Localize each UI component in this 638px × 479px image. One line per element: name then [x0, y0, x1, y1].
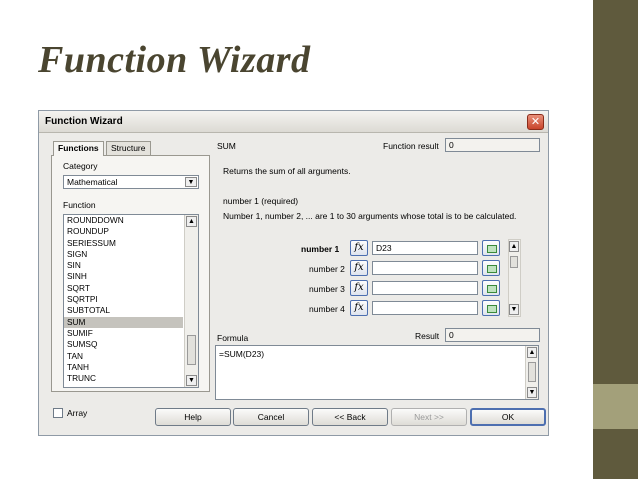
function-list[interactable]: ROUNDDOWN ROUNDUP SERIESSUM SIGN SIN SINH SQRT…: [63, 214, 199, 388]
arg-input-1[interactable]: D23: [372, 241, 478, 255]
function-list-item[interactable]: TANH: [64, 362, 183, 373]
scroll-down-icon[interactable]: ▼: [527, 387, 537, 398]
function-label: Function: [63, 200, 96, 210]
function-list-item[interactable]: SUMIF: [64, 328, 183, 339]
scroll-up-icon[interactable]: ▲: [509, 241, 519, 252]
result-label: Result: [415, 331, 440, 341]
function-list-item[interactable]: ROUNDUP: [64, 226, 183, 237]
function-list-item[interactable]: SUM: [64, 316, 183, 328]
back-button[interactable]: << Back: [312, 408, 388, 426]
array-label: Array: [67, 408, 88, 418]
function-list-item[interactable]: SIN: [64, 260, 183, 271]
ok-button[interactable]: OK: [470, 408, 546, 426]
dialog-title: Function Wizard: [45, 116, 123, 127]
chevron-down-icon[interactable]: ▼: [185, 177, 197, 187]
scrollbar-thumb[interactable]: [510, 256, 518, 268]
function-list-item[interactable]: SINH: [64, 271, 183, 282]
function-list-item[interactable]: ROUNDDOWN: [64, 215, 183, 226]
shrink-icon[interactable]: [482, 240, 500, 256]
result-field: 0: [445, 328, 540, 342]
shrink-icon[interactable]: [482, 260, 500, 276]
function-result-field: 0: [445, 138, 540, 152]
function-list-item[interactable]: SIGN: [64, 249, 183, 260]
category-label: Category: [63, 161, 98, 171]
function-name: SUM: [217, 141, 236, 151]
help-button[interactable]: Help: [155, 408, 231, 426]
arg-label-3: number 3: [309, 284, 345, 294]
category-value: Mathematical: [67, 177, 118, 187]
slide-title: Function Wizard: [38, 39, 311, 81]
slide-decor-bar-bottom: [593, 429, 638, 479]
scrollbar-thumb[interactable]: [528, 362, 536, 382]
scrollbar-thumb[interactable]: [187, 335, 196, 365]
array-checkbox[interactable]: [53, 408, 63, 418]
function-description: Returns the sum of all arguments.: [223, 166, 351, 176]
scroll-down-icon[interactable]: ▼: [509, 304, 519, 315]
function-list-item[interactable]: SQRT: [64, 283, 183, 294]
cancel-button[interactable]: Cancel: [233, 408, 309, 426]
scroll-up-icon[interactable]: ▲: [527, 347, 537, 358]
fx-icon[interactable]: fx: [350, 260, 368, 276]
function-list-item[interactable]: TAN: [64, 351, 183, 362]
scroll-down-icon[interactable]: ▼: [186, 375, 197, 386]
scroll-up-icon[interactable]: ▲: [186, 216, 197, 227]
function-list-item[interactable]: SUBTOTAL: [64, 305, 183, 316]
fx-icon[interactable]: fx: [350, 280, 368, 296]
dialog-titlebar[interactable]: Function Wizard ✕: [39, 111, 548, 133]
shrink-icon[interactable]: [482, 280, 500, 296]
formula-editor[interactable]: =SUM(D23) ▲ ▼: [215, 345, 539, 400]
arg-input-4[interactable]: [372, 301, 478, 315]
category-select[interactable]: Mathematical ▼: [63, 175, 199, 189]
arg-label-4: number 4: [309, 304, 345, 314]
function-list-item[interactable]: SUMSQ: [64, 339, 183, 350]
fx-icon[interactable]: fx: [350, 240, 368, 256]
functions-tab-panel: Category Mathematical ▼ Function ROUNDDO…: [51, 155, 210, 392]
function-list-item[interactable]: SERIESSUM: [64, 238, 183, 249]
slide-decor-bar-top: [593, 0, 638, 384]
next-button[interactable]: Next >>: [391, 408, 467, 426]
argument-title: number 1 (required): [223, 196, 299, 206]
arguments-scrollbar[interactable]: ▲ ▼: [508, 239, 521, 317]
arg-input-3[interactable]: [372, 281, 478, 295]
tab-functions[interactable]: Functions: [53, 141, 104, 156]
formula-text: =SUM(D23): [219, 349, 265, 359]
formula-label: Formula: [217, 333, 249, 343]
fx-icon[interactable]: fx: [350, 300, 368, 316]
shrink-icon[interactable]: [482, 300, 500, 316]
slide-decor-bar-middle: [593, 384, 638, 429]
argument-description: Number 1, number 2, ... are 1 to 30 argu…: [223, 211, 517, 221]
arg-input-2[interactable]: [372, 261, 478, 275]
close-icon[interactable]: ✕: [527, 114, 544, 130]
tab-structure[interactable]: Structure: [106, 141, 151, 155]
arg-label-2: number 2: [309, 264, 345, 274]
function-list-scrollbar[interactable]: ▲ ▼: [184, 215, 198, 387]
function-list-item[interactable]: SQRTPI: [64, 294, 183, 305]
arg-label-1: number 1: [301, 244, 340, 254]
function-list-item[interactable]: TRUNC: [64, 373, 183, 384]
function-result-label: Function result: [383, 141, 439, 151]
function-wizard-dialog: Function Wizard ✕ Functions Structure Ca…: [38, 110, 549, 436]
